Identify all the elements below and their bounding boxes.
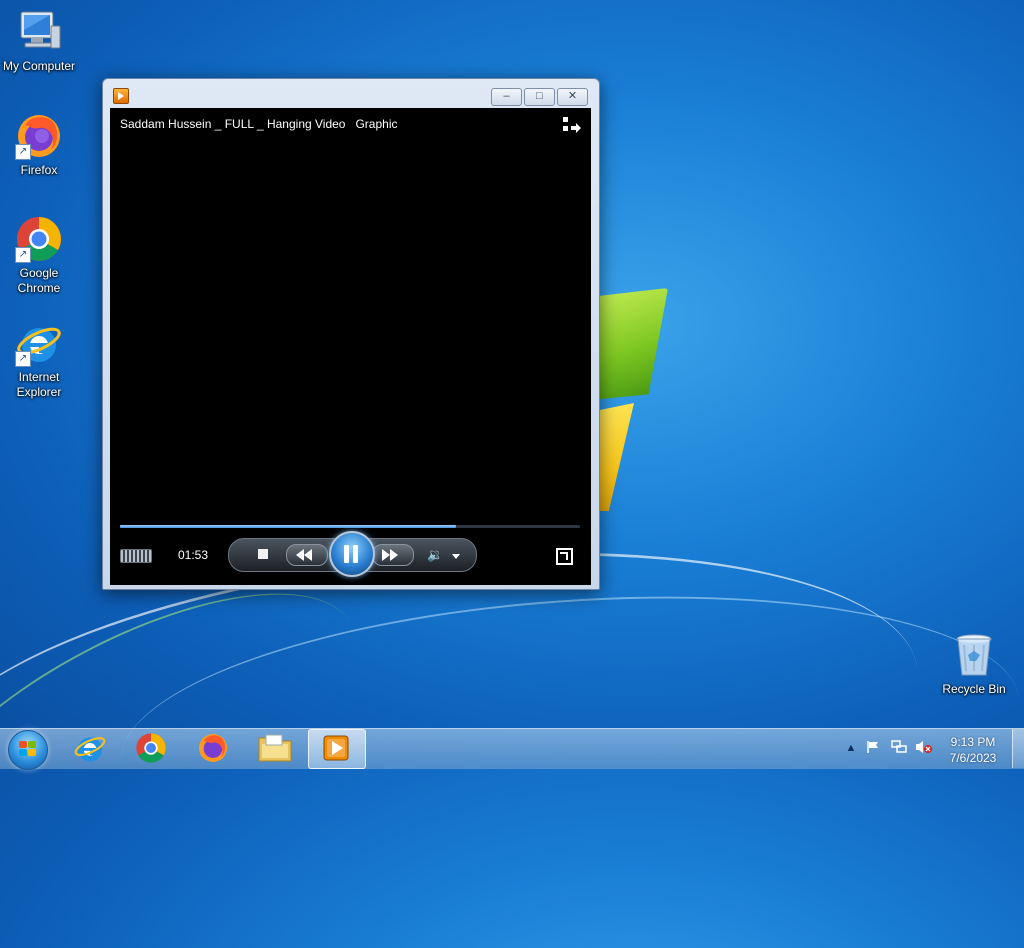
switch-to-library-button[interactable] — [563, 117, 581, 133]
desktop-icon-label: Internet Explorer — [16, 370, 62, 399]
rewind-icon — [304, 549, 312, 561]
shortcut-arrow-icon: ↗ — [15, 247, 31, 263]
seek-bar[interactable] — [120, 525, 580, 528]
minimize-button[interactable]: – — [491, 88, 522, 106]
fullscreen-button[interactable] — [556, 548, 573, 565]
taskbar-internet-explorer[interactable] — [62, 729, 118, 767]
desktop-icon-firefox[interactable]: ↗ Firefox — [0, 112, 79, 178]
clock-date: 7/6/2023 — [949, 751, 997, 765]
taskbar-clock[interactable]: 9:13 PM 7/6/2023 — [938, 734, 1008, 766]
network-icon[interactable] — [891, 740, 907, 754]
taskbar-windows-media-player[interactable] — [308, 729, 366, 769]
volume-slider[interactable] — [120, 549, 152, 563]
stop-button[interactable] — [258, 549, 268, 559]
internet-explorer-icon: ↗ — [15, 319, 63, 367]
wallpaper-logo-green — [590, 288, 668, 400]
desktop-icon-internet-explorer[interactable]: ↗ Internet Explorer — [0, 319, 79, 400]
switch-to-library-icon — [563, 117, 581, 133]
taskbar-file-explorer[interactable] — [247, 729, 303, 767]
volume-dropdown-icon[interactable] — [452, 554, 460, 559]
media-player-icon — [113, 88, 129, 104]
desktop-icon-label: Recycle Bin — [942, 682, 1006, 696]
taskbar-google-chrome[interactable] — [123, 729, 179, 767]
desktop-icon-label: Google Chrome — [17, 266, 61, 295]
video-title: Saddam Hussein _ FULL _ Hanging Video Gr… — [120, 117, 398, 131]
fast-forward-icon — [382, 549, 390, 561]
window-titlebar[interactable]: – □ ✕ — [103, 79, 599, 107]
start-button[interactable] — [8, 730, 48, 770]
media-player-icon — [323, 735, 349, 761]
firefox-icon — [199, 734, 227, 762]
folder-icon — [258, 734, 292, 762]
internet-explorer-icon — [74, 737, 106, 762]
pause-icon — [344, 545, 349, 563]
clock-time: 9:13 PM — [950, 735, 996, 749]
fast-forward-icon — [390, 549, 398, 561]
elapsed-time: 01:53 — [178, 548, 209, 562]
play-pause-button[interactable] — [329, 531, 375, 577]
media-player-window[interactable]: – □ ✕ Saddam Hussein _ FULL _ Hanging Vi… — [102, 78, 600, 590]
desktop-icon-recycle-bin[interactable]: Recycle Bin — [934, 631, 1014, 697]
desktop-icon-label: My Computer — [2, 59, 76, 73]
windows-logo-icon — [19, 741, 37, 757]
desktop-icon-label: Firefox — [20, 163, 58, 177]
computer-icon — [15, 8, 63, 56]
shortcut-arrow-icon: ↗ — [15, 351, 31, 367]
chrome-icon — [136, 733, 166, 763]
chrome-icon: ↗ — [15, 215, 63, 263]
show-desktop-button[interactable] — [1012, 729, 1024, 768]
rewind-icon — [296, 549, 304, 561]
desktop-icon-google-chrome[interactable]: ↗ Google Chrome — [0, 215, 79, 296]
show-hidden-icons-button[interactable]: ▲ — [844, 741, 858, 755]
taskbar-firefox[interactable] — [185, 729, 241, 767]
recycle-bin-icon — [950, 631, 998, 679]
desktop-icon-my-computer[interactable]: My Computer — [0, 8, 79, 74]
close-button[interactable]: ✕ — [557, 88, 588, 106]
firefox-icon: ↗ — [15, 112, 63, 160]
mute-button[interactable]: 🔉 — [427, 548, 443, 562]
shortcut-arrow-icon: ↗ — [15, 144, 31, 160]
pause-icon — [353, 545, 358, 563]
seek-bar-progress — [120, 525, 456, 528]
action-center-flag-icon[interactable] — [866, 740, 880, 754]
video-area[interactable]: Saddam Hussein _ FULL _ Hanging Video Gr… — [110, 108, 591, 585]
maximize-button[interactable]: □ — [524, 88, 555, 106]
volume-muted-icon[interactable] — [915, 740, 932, 754]
